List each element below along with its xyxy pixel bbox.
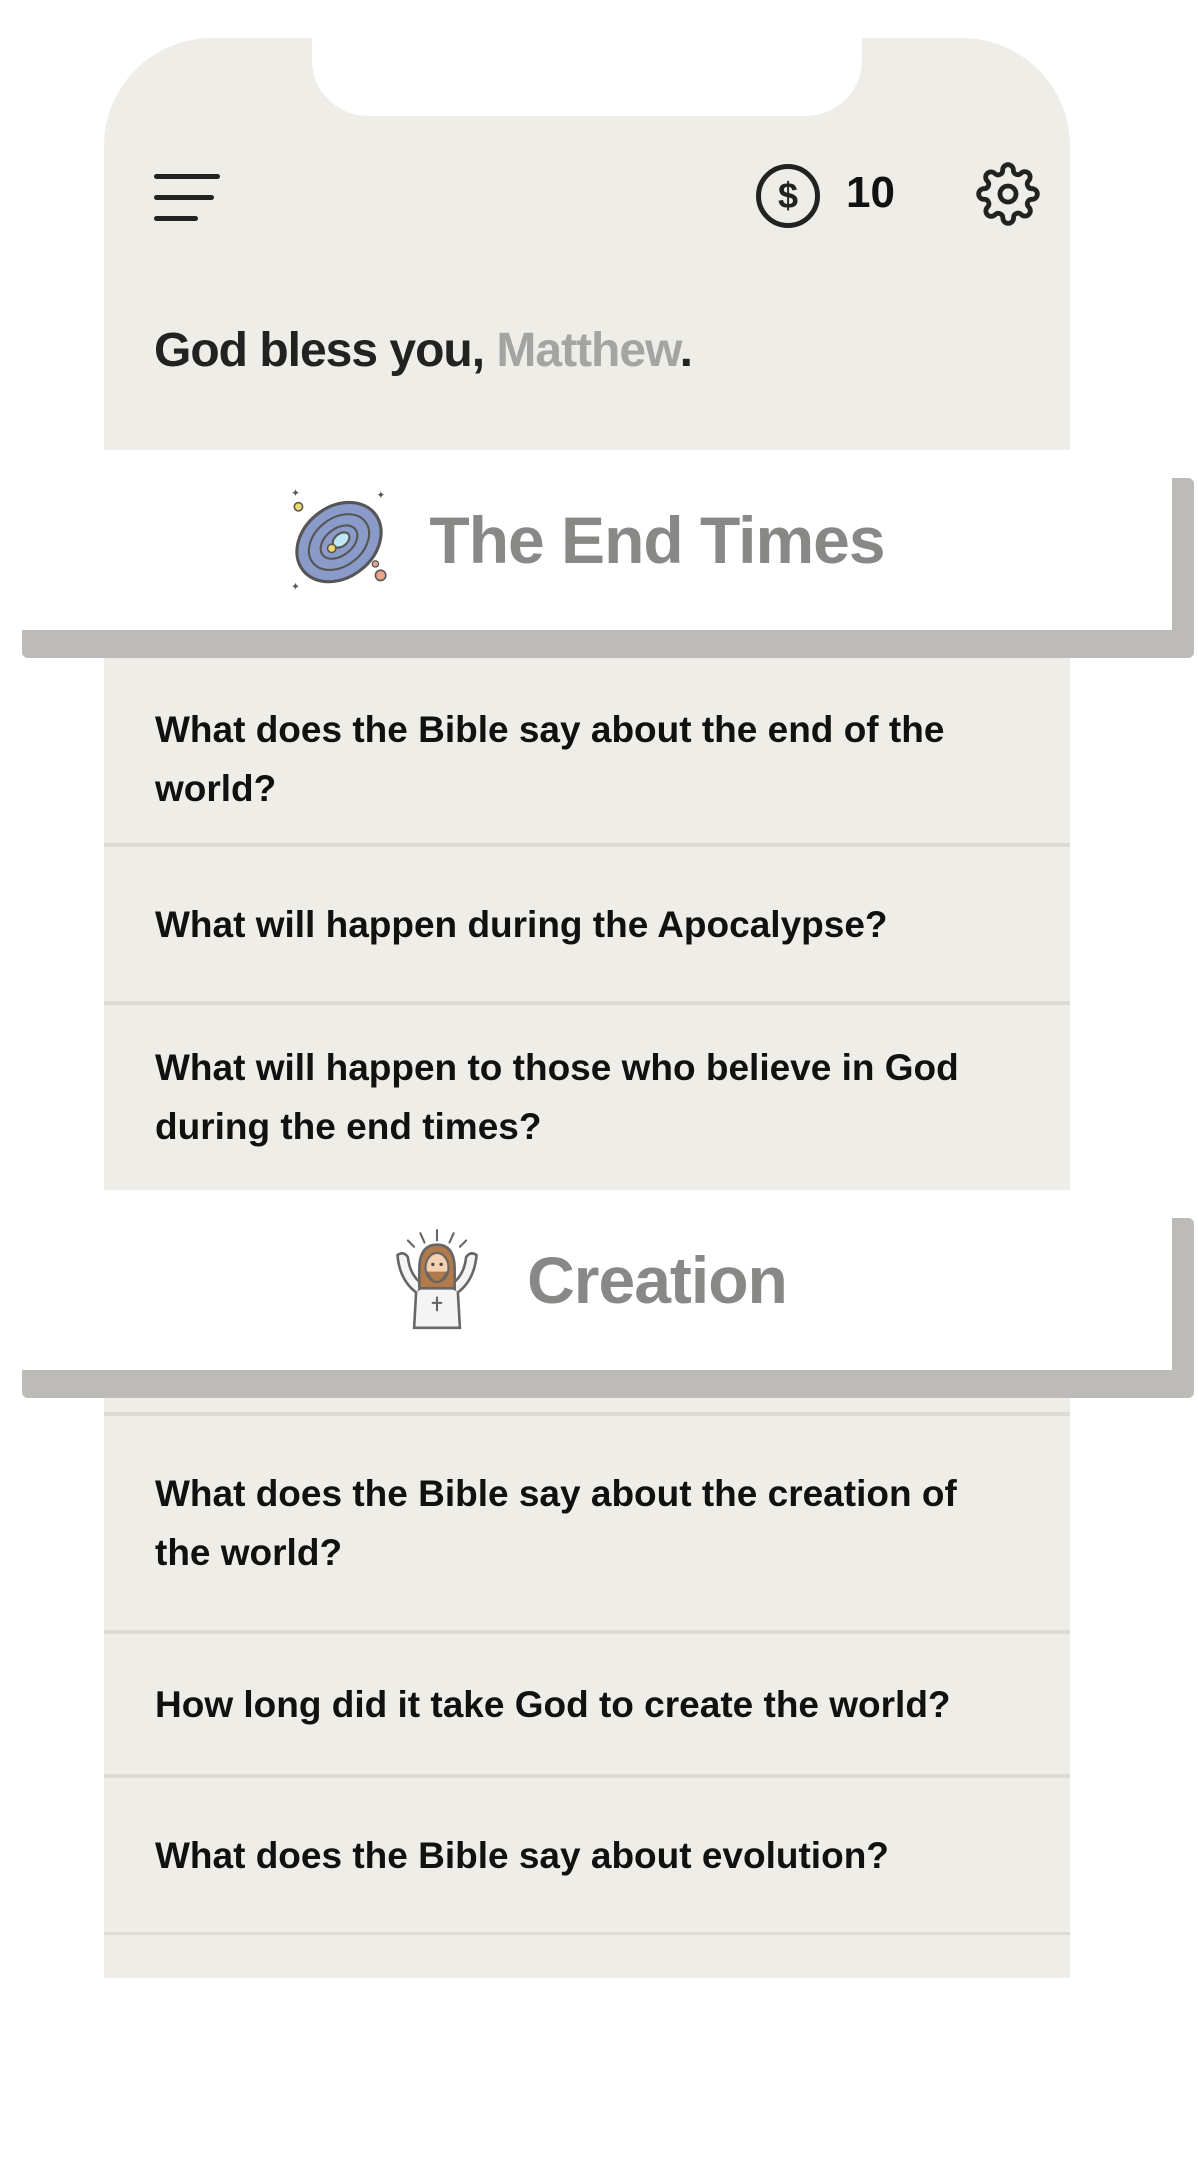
question-text: What does the Bible say about evolution? (155, 1834, 889, 1876)
section-title: The End Times (429, 503, 885, 577)
svg-text:✦: ✦ (377, 490, 386, 501)
coin-count: 10 (846, 168, 895, 217)
question-item[interactable]: How long did it take God to create the w… (104, 1634, 1070, 1774)
coin-symbol: $ (777, 175, 799, 216)
section-header-end-times[interactable]: ✦ ✦ ✦ The End Times (0, 450, 1172, 630)
question-item[interactable]: What does the Bible say about the end of… (104, 675, 1070, 843)
question-text: How long did it take God to create the w… (155, 1683, 951, 1725)
torn-edge (104, 1935, 1070, 1961)
greeting-prefix: God bless you, (154, 324, 497, 377)
question-item[interactable]: What will happen during the Apocalypse? (104, 847, 1070, 1001)
question-item[interactable]: What does the Bible say about the creati… (104, 1416, 1070, 1630)
question-item[interactable]: What does the Bible say about evolution? (104, 1778, 1070, 1932)
greeting-heading: God bless you, Matthew. (154, 323, 693, 378)
device-notch (312, 38, 862, 116)
question-text: What will happen to those who believe in… (155, 1047, 959, 1147)
question-item[interactable]: What will happen to those who believe in… (104, 1005, 1070, 1189)
greeting-suffix: . (679, 324, 693, 377)
gear-icon[interactable] (976, 162, 1040, 226)
svg-text:✦: ✦ (292, 488, 301, 499)
question-text: What does the Bible say about the creati… (155, 1473, 957, 1573)
section-header-creation[interactable]: Creation (0, 1190, 1172, 1370)
jesus-icon (396, 1229, 479, 1330)
user-name: Matthew (496, 324, 680, 377)
dollar-coin-icon: $ (756, 164, 820, 228)
svg-text:✦: ✦ (292, 582, 301, 592)
section-title: Creation (527, 1243, 788, 1317)
galaxy-icon: ✦ ✦ ✦ (292, 488, 387, 592)
question-text: What does the Bible say about the end of… (155, 709, 945, 809)
hamburger-menu-icon[interactable] (154, 170, 226, 226)
question-text: What will happen during the Apocalypse? (155, 903, 888, 945)
